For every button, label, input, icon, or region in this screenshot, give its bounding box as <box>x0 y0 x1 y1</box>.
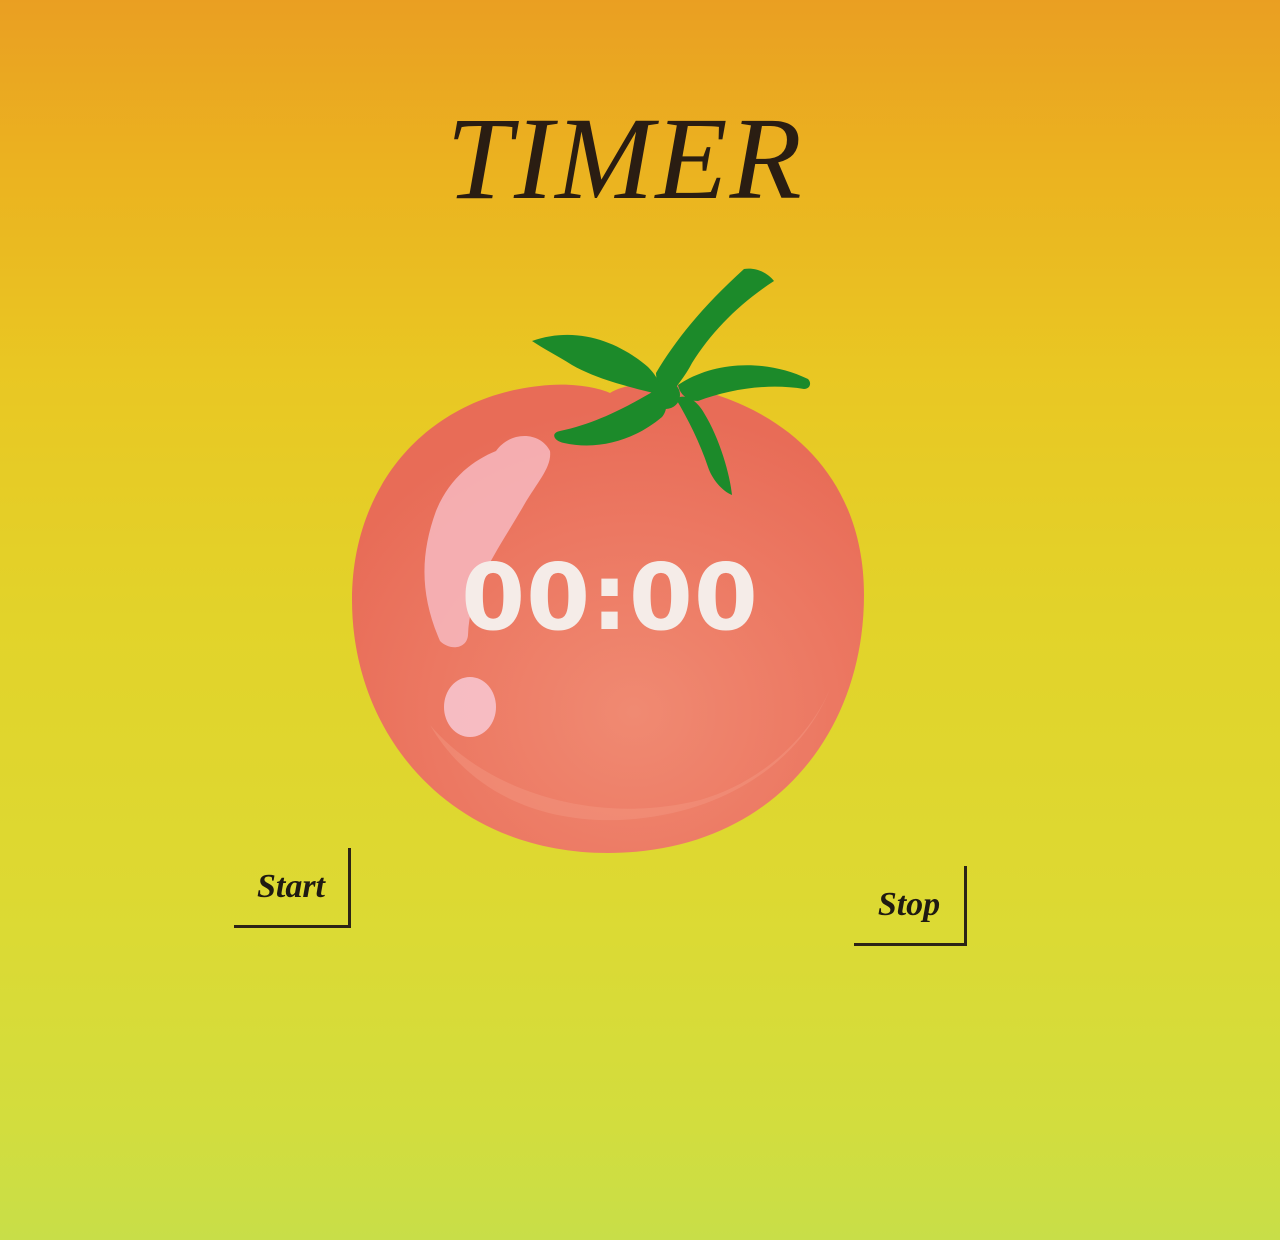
timer-display: 00:00 <box>461 544 759 651</box>
tomato-timer: 00:00 <box>300 255 920 875</box>
page-title: TIMER <box>446 93 804 224</box>
stop-button[interactable]: Stop <box>854 866 967 946</box>
start-button[interactable]: Start <box>234 848 351 928</box>
